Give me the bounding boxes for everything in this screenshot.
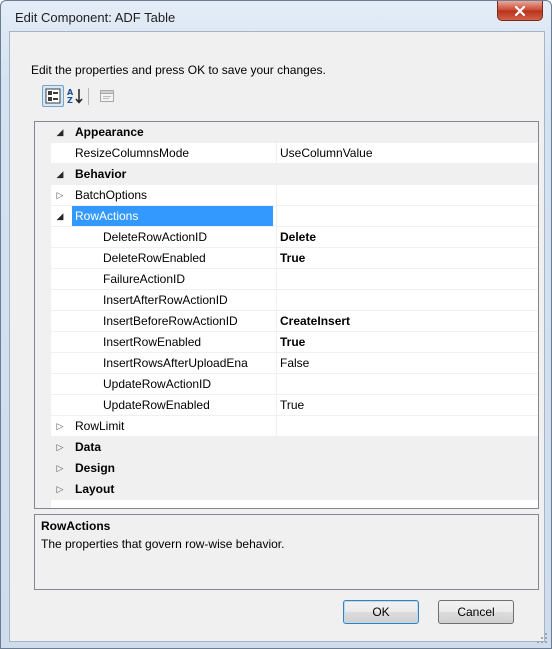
property-value[interactable]: True [276,248,538,269]
property-value[interactable]: Delete [276,227,538,248]
property-value[interactable]: CreateInsert [276,311,538,332]
property-value[interactable] [276,206,538,227]
property-row[interactable]: InsertRowsAfterUploadEna False [35,353,538,374]
property-name: DeleteRowActionID [103,230,208,244]
alphabetical-sort-icon: A Z [67,88,83,105]
resize-grip-icon[interactable] [536,632,548,644]
property-grid-toolbar: A Z [36,85,146,109]
ok-button[interactable]: OK [343,600,419,624]
property-name: InsertRowsAfterUploadEna [103,356,248,370]
description-panel: RowActions The properties that govern ro… [34,514,539,590]
category-row[interactable]: ◢ Appearance [35,122,538,143]
category-row[interactable]: ◢ Behavior [35,164,538,185]
property-name: FailureActionID [103,272,186,286]
property-name: RowLimit [75,419,125,433]
description-text: The properties that govern row-wise beha… [41,537,285,551]
property-grid[interactable]: ◢ Appearance ResizeColumnsMode UseColumnVal… [34,121,539,509]
property-value[interactable] [276,374,538,395]
property-row[interactable]: ▷ BatchOptions [35,185,538,206]
property-name: UpdateRowEnabled [103,398,210,412]
property-value[interactable] [276,290,538,311]
property-name: ResizeColumnsMode [75,146,190,160]
property-name: Layout [75,482,115,496]
alphabetical-button[interactable]: A Z [64,85,86,107]
property-row[interactable]: DeleteRowEnabled True [35,248,538,269]
expand-triangle-icon[interactable]: ▷ [53,479,67,500]
description-title: RowActions [41,519,111,533]
property-value[interactable]: True [276,332,538,353]
category-row[interactable]: ▷ Design [35,458,538,479]
property-pages-icon [100,90,114,102]
property-row[interactable]: UpdateRowEnabled True [35,395,538,416]
property-row[interactable]: UpdateRowActionID [35,374,538,395]
property-pages-button[interactable] [96,85,118,107]
categorized-icon [45,88,61,104]
property-name: Appearance [75,125,144,139]
window-title: Edit Component: ADF Table [15,10,176,25]
close-icon [514,5,526,16]
property-name: InsertRowEnabled [103,335,202,349]
cancel-button[interactable]: Cancel [438,600,514,624]
property-name: InsertAfterRowActionID [103,293,228,307]
expand-triangle-icon[interactable]: ▷ [53,458,67,479]
property-name: Behavior [75,167,127,181]
property-row[interactable]: InsertAfterRowActionID [35,290,538,311]
property-value[interactable] [276,269,538,290]
collapse-triangle-icon[interactable]: ◢ [53,122,67,143]
expand-triangle-icon[interactable]: ▷ [53,437,67,458]
property-row[interactable]: InsertRowEnabled True [35,332,538,353]
collapse-triangle-icon[interactable]: ◢ [53,206,67,227]
property-name: Data [75,440,102,454]
property-value[interactable] [276,416,538,437]
property-row[interactable]: FailureActionID [35,269,538,290]
property-name: DeleteRowEnabled [103,251,206,265]
property-value[interactable]: True [276,395,538,416]
svg-text:Z: Z [67,96,73,105]
property-row[interactable]: DeleteRowActionID Delete [35,227,538,248]
expand-triangle-icon[interactable]: ▷ [53,185,67,206]
category-row[interactable]: ▷ Data [35,437,538,458]
property-value[interactable] [276,185,538,206]
title-bar[interactable]: Edit Component: ADF Table [1,1,552,31]
property-row[interactable]: ▷ RowLimit [35,416,538,437]
toolbar-separator [88,88,89,105]
expand-triangle-icon[interactable]: ▷ [53,416,67,437]
property-row[interactable]: InsertBeforeRowActionID CreateInsert [35,311,538,332]
property-name: UpdateRowActionID [103,377,212,391]
property-value[interactable]: False [276,353,538,374]
property-name: Design [75,461,116,475]
instructions-text: Edit the properties and press OK to save… [31,63,326,77]
property-row[interactable]: ResizeColumnsMode UseColumnValue [35,143,538,164]
categorized-button[interactable] [42,85,64,107]
collapse-triangle-icon[interactable]: ◢ [53,164,67,185]
property-name: RowActions [72,206,273,227]
close-button[interactable] [497,1,543,21]
property-name: BatchOptions [75,188,148,202]
property-row[interactable]: ◢ RowActions [35,206,538,227]
property-name: InsertBeforeRowActionID [103,314,238,328]
property-value[interactable]: UseColumnValue [276,143,538,164]
category-row[interactable]: ▷ Layout [35,479,538,500]
